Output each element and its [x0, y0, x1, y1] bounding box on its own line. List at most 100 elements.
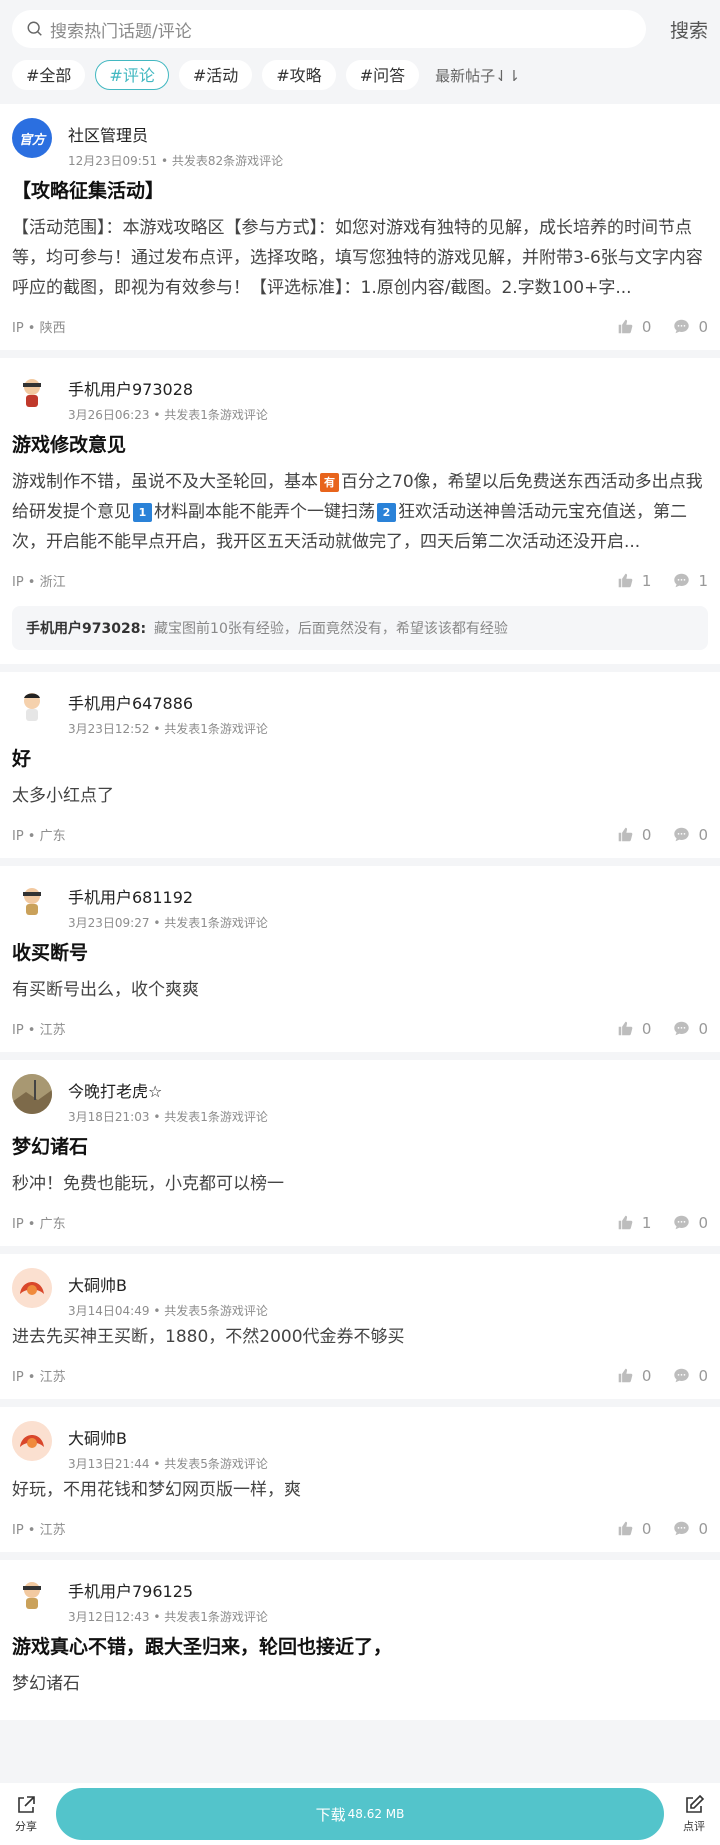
thumb-up-icon: [618, 573, 633, 588]
tag-guide[interactable]: #攻略: [262, 60, 336, 90]
post-title: 好: [12, 748, 32, 770]
author-name[interactable]: 手机用户796125: [68, 1578, 268, 1602]
tag-qa[interactable]: #问答: [345, 60, 420, 90]
tag-event[interactable]: #活动: [178, 60, 253, 90]
emoji-two: 2: [377, 502, 396, 522]
post-title: 梦幻诸石: [12, 1136, 89, 1158]
avatar[interactable]: [12, 1074, 52, 1114]
cartoon-avatar-icon: [23, 379, 41, 407]
topic-tags: #全部 #评论 #活动 #攻略 #问答 最新帖子⇃⇂: [12, 60, 708, 90]
emoji-one: 1: [133, 502, 152, 522]
reply-preview[interactable]: 手机用户973028: 藏宝图前10张有经验，后面竟然没有，希望该该都有经验: [12, 606, 708, 650]
sort-dropdown[interactable]: 最新帖子⇃⇂: [435, 65, 520, 86]
tag-review[interactable]: #评论: [95, 60, 169, 90]
author-name[interactable]: 手机用户973028: [68, 376, 268, 400]
post-content: 梦幻诸石: [12, 1674, 80, 1694]
author-name[interactable]: 大硐帅B: [68, 1425, 268, 1449]
download-label: 下载: [315, 1805, 346, 1824]
thumb-up-icon: [618, 319, 633, 334]
post-content: 好玩，不用花钱和梦幻网页版一样，爽: [12, 1480, 301, 1500]
author-name[interactable]: 大硐帅B: [68, 1272, 268, 1296]
post-card[interactable]: 手机用户681192 3月23日09:27 • 共发表1条游戏评论 收买断号 有…: [0, 866, 720, 1052]
comment-button[interactable]: 0: [673, 826, 708, 844]
like-button[interactable]: 0: [617, 1520, 651, 1538]
dragon-avatar-icon: [12, 1268, 52, 1308]
post-title: 【攻略征集活动】: [12, 180, 165, 202]
thumb-up-icon: [618, 1521, 633, 1536]
author-name[interactable]: 今晚打老虎☆: [68, 1078, 268, 1102]
post-content: 太多小红点了: [12, 786, 114, 806]
comment-button[interactable]: 0: [673, 1214, 708, 1232]
avatar[interactable]: [12, 372, 52, 412]
post-title: 游戏修改意见: [12, 434, 127, 456]
avatar[interactable]: [12, 1421, 52, 1461]
share-button[interactable]: 分享: [0, 1794, 52, 1834]
comment-icon: [674, 573, 690, 588]
post-card[interactable]: 手机用户647886 3月23日12:52 • 共发表1条游戏评论 好 太多小红…: [0, 672, 720, 858]
comment-icon: [674, 1021, 690, 1036]
post-title: 收买断号: [12, 942, 89, 964]
author-name[interactable]: 手机用户681192: [68, 884, 268, 908]
ip-location: IP • 陕西: [12, 321, 66, 336]
post-meta: 3月14日04:49 • 共发表5条游戏评论: [68, 1304, 268, 1318]
search-button[interactable]: 搜索: [646, 16, 708, 43]
post-card[interactable]: 今晚打老虎☆ 3月18日21:03 • 共发表1条游戏评论 梦幻诸石 秒冲！免费…: [0, 1060, 720, 1246]
post-content: 有买断号出么，收个爽爽: [12, 980, 199, 1000]
post-meta: 3月18日21:03 • 共发表1条游戏评论: [68, 1110, 268, 1124]
post-meta: 3月26日06:23 • 共发表1条游戏评论: [68, 408, 268, 422]
comment-button[interactable]: 1: [673, 572, 708, 590]
post-card[interactable]: 官方 社区管理员 12月23日09:51 • 共发表82条游戏评论 【攻略征集活…: [0, 104, 720, 350]
comment-button[interactable]: 0: [673, 1367, 708, 1385]
comment-icon: [674, 1215, 690, 1230]
thumb-up-icon: [618, 1368, 633, 1383]
ip-location: IP • 江苏: [12, 1023, 66, 1038]
reply-author: 手机用户973028:: [26, 621, 147, 637]
search-placeholder: 搜索热门话题/评论: [50, 21, 192, 42]
comment-button[interactable]: 0: [673, 318, 708, 336]
ip-location: IP • 浙江: [12, 575, 66, 590]
search-input[interactable]: 搜索热门话题/评论: [12, 10, 646, 48]
emoji-you: 有: [320, 472, 339, 492]
avatar[interactable]: [12, 880, 52, 920]
post-meta: 3月23日09:27 • 共发表1条游戏评论: [68, 916, 268, 930]
like-button[interactable]: 0: [617, 1367, 651, 1385]
comment-icon: [674, 827, 690, 842]
post-content: 游戏制作不错，虽说不及大圣轮回，基本有百分之70像，希望以后免费送东西活动多出点…: [12, 472, 703, 552]
edit-icon: [686, 1794, 705, 1813]
comment-button[interactable]: 0: [673, 1520, 708, 1538]
ip-location: IP • 广东: [12, 829, 66, 844]
thumb-up-icon: [618, 827, 633, 842]
comment-icon: [674, 1368, 690, 1383]
post-card[interactable]: 手机用户973028 3月26日06:23 • 共发表1条游戏评论 游戏修改意见…: [0, 358, 720, 664]
ip-location: IP • 广东: [12, 1217, 66, 1232]
post-card[interactable]: 大硐帅B 3月13日21:44 • 共发表5条游戏评论 好玩，不用花钱和梦幻网页…: [0, 1407, 720, 1552]
thumb-up-icon: [618, 1215, 633, 1230]
ip-location: IP • 江苏: [12, 1370, 66, 1385]
comment-icon: [674, 319, 690, 334]
post-card[interactable]: 大硐帅B 3月14日04:49 • 共发表5条游戏评论 进去先买神王买断，188…: [0, 1254, 720, 1399]
tag-all[interactable]: #全部: [12, 60, 86, 90]
cartoon-avatar-icon: [23, 1582, 41, 1609]
post-content: 进去先买神王买断，1880，不然2000代金券不够买: [12, 1327, 405, 1347]
search-icon: [27, 21, 42, 36]
avatar[interactable]: [12, 1574, 52, 1614]
post-content: 秒冲！免费也能玩，小克都可以榜一: [12, 1174, 284, 1194]
comment-button[interactable]: 0: [673, 1020, 708, 1038]
review-button[interactable]: 点评: [668, 1794, 720, 1834]
avatar[interactable]: [12, 686, 52, 726]
author-name[interactable]: 手机用户647886: [68, 690, 268, 714]
like-button[interactable]: 1: [617, 1214, 651, 1232]
download-button[interactable]: 下载 48.62 MB: [56, 1788, 664, 1840]
comment-icon: [674, 1521, 690, 1536]
cartoon-avatar-icon: [23, 888, 41, 915]
like-button[interactable]: 0: [617, 826, 651, 844]
like-button[interactable]: 0: [617, 318, 651, 336]
like-button[interactable]: 1: [617, 572, 651, 590]
post-card[interactable]: 手机用户796125 3月12日12:43 • 共发表1条游戏评论 游戏真心不错…: [0, 1560, 720, 1720]
avatar[interactable]: 官方: [12, 118, 52, 158]
dragon-avatar-icon: [12, 1421, 52, 1461]
like-button[interactable]: 0: [617, 1020, 651, 1038]
top-bar: 搜索热门话题/评论 搜索 #全部 #评论 #活动 #攻略 #问答 最新帖子⇃⇂: [0, 0, 720, 104]
author-name[interactable]: 社区管理员: [68, 122, 283, 146]
avatar[interactable]: [12, 1268, 52, 1308]
